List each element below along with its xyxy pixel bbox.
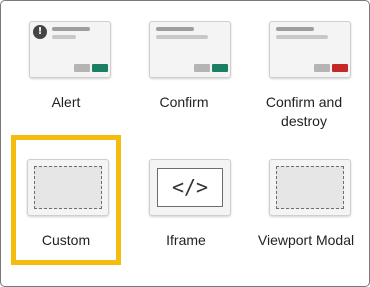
title-line xyxy=(52,27,90,31)
secondary-button-shape xyxy=(74,64,90,72)
option-label: Iframe xyxy=(166,232,206,248)
text-line xyxy=(156,35,208,39)
option-label: Alert xyxy=(51,94,81,110)
info-icon: ! xyxy=(33,25,47,39)
option-alert[interactable]: ! Alert xyxy=(11,1,121,121)
title-line xyxy=(276,27,314,31)
modal-type-picker: ! Alert Confirm Confirm and destroy Cust… xyxy=(0,0,370,287)
option-iframe[interactable]: </> Iframe xyxy=(131,139,241,259)
title-line xyxy=(156,27,194,31)
code-icon: </> xyxy=(171,175,209,199)
dashed-area xyxy=(34,166,102,209)
primary-button-shape xyxy=(92,64,108,72)
destroy-button-shape xyxy=(332,64,348,72)
alert-preview-icon: ! xyxy=(29,21,111,78)
secondary-button-shape xyxy=(314,64,330,72)
option-viewport-modal[interactable]: Viewport Modal xyxy=(251,139,361,259)
dashed-area xyxy=(276,166,344,209)
option-custom[interactable]: Custom xyxy=(11,135,121,265)
text-line xyxy=(52,35,76,39)
secondary-button-shape xyxy=(194,64,210,72)
confirm-preview-icon xyxy=(149,21,231,78)
option-label: Viewport Modal xyxy=(257,232,355,248)
primary-button-shape xyxy=(212,64,228,72)
option-confirm[interactable]: Confirm xyxy=(129,1,239,121)
custom-preview-icon xyxy=(27,159,109,216)
viewport-modal-preview-icon xyxy=(269,159,351,216)
confirm-destroy-preview-icon xyxy=(269,21,351,78)
text-line xyxy=(276,35,328,39)
code-frame: </> xyxy=(157,168,223,207)
iframe-preview-icon: </> xyxy=(149,159,231,216)
option-confirm-destroy[interactable]: Confirm and destroy xyxy=(249,1,359,129)
option-label: Custom xyxy=(41,232,91,248)
option-label: Confirm xyxy=(159,94,209,110)
option-label: Confirm and destroy xyxy=(265,94,343,129)
